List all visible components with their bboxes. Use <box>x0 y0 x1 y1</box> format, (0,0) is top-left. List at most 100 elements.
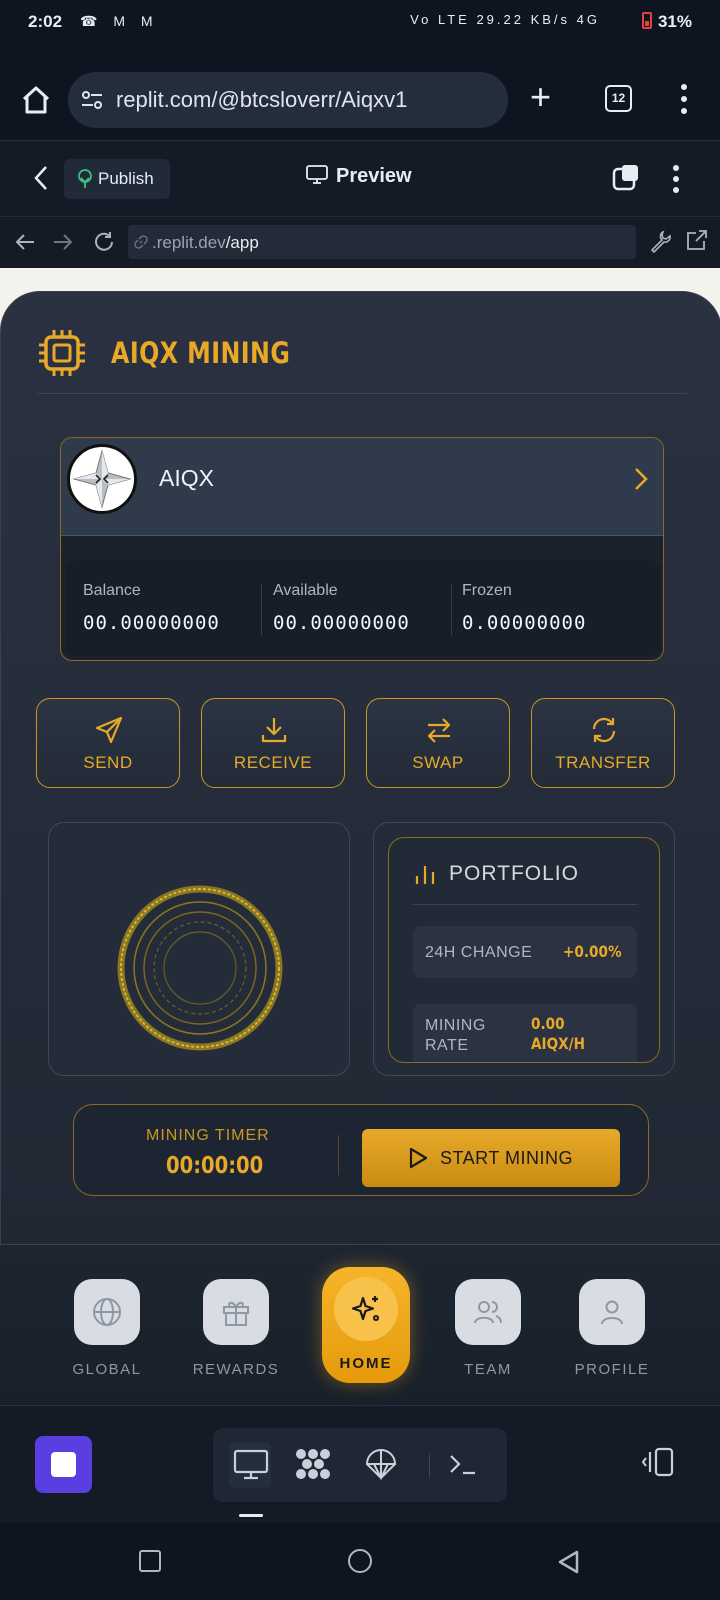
home-icon[interactable] <box>20 84 52 116</box>
cpu-chip-icon <box>39 330 85 376</box>
nav-icon-bg <box>203 1279 269 1345</box>
back-chevron-icon[interactable] <box>30 163 52 193</box>
timer-label: MINING TIMER <box>146 1127 270 1144</box>
url-domain: .replit.dev <box>152 233 226 252</box>
preview-tab[interactable]: Preview <box>306 165 412 188</box>
divider <box>429 1454 430 1478</box>
token-logo <box>67 444 137 514</box>
replit-menu-icon[interactable] <box>668 163 684 195</box>
balance-stats: Balance 00.00000000 Available 00.0000000… <box>65 560 661 656</box>
split-panel-icon[interactable] <box>640 1444 676 1480</box>
nav-icon-bg <box>334 1277 398 1341</box>
nav-item-profile[interactable]: PROFILE <box>557 1279 667 1389</box>
replit-bottom-toolbar <box>0 1405 720 1523</box>
url-path: /app <box>225 233 259 252</box>
nav-item-rewards[interactable]: REWARDS <box>181 1279 291 1389</box>
token-card[interactable]: AIQX Balance 00.00000000 Available 00.00… <box>60 437 664 661</box>
stat-value: 0.00000000 <box>462 612 587 634</box>
swap-icon <box>427 718 451 743</box>
nav-label: PROFILE <box>574 1361 650 1378</box>
row-value: 0.00 AIQX/H <box>531 1014 585 1054</box>
publish-icon <box>78 169 92 188</box>
nav-icon-bg <box>579 1279 645 1345</box>
stat-value: 00.00000000 <box>83 612 220 634</box>
stat-value: 00.00000000 <box>273 612 410 634</box>
forward-arrow-icon[interactable] <box>52 231 74 253</box>
swap-button[interactable]: SWAP <box>366 698 510 788</box>
recents-button[interactable] <box>139 1550 161 1572</box>
home-button[interactable] <box>348 1549 372 1573</box>
back-button[interactable] <box>556 1549 580 1575</box>
stop-button[interactable] <box>35 1436 92 1493</box>
deploy-icon[interactable] <box>359 1442 403 1486</box>
token-header[interactable]: AIQX <box>61 438 663 536</box>
row-label: MINING RATE <box>425 1016 486 1056</box>
address-bar[interactable]: replit.com/@btcsloverr/Aiqxv1 <box>68 72 508 128</box>
gift-icon <box>223 1301 249 1326</box>
replit-header: Publish Preview <box>0 140 720 216</box>
mining-orb[interactable] <box>115 883 285 1053</box>
row-label-line1: MINING <box>425 1017 486 1034</box>
external-link-icon[interactable] <box>686 229 708 251</box>
windows-icon[interactable] <box>612 163 640 191</box>
app-bottom-nav: GLOBAL REWARDS HOME TEAM PROFILE <box>0 1245 720 1405</box>
star-logo-icon <box>72 449 132 509</box>
send-label: SEND <box>83 753 133 772</box>
stat-label: Frozen <box>462 582 512 599</box>
swap-label: SWAP <box>412 753 464 772</box>
battery-icon <box>641 12 652 29</box>
portfolio-row-24h-change: 24H CHANGE +0.00% <box>413 926 637 978</box>
start-mining-button[interactable]: START MINING <box>362 1129 620 1187</box>
send-button[interactable]: SEND <box>36 698 180 788</box>
monitor-icon <box>306 165 328 184</box>
publish-button[interactable]: Publish <box>64 159 170 199</box>
portfolio-card: PORTFOLIO 24H CHANGE +0.00% MINING RATE 0… <box>388 837 660 1063</box>
agent-icon[interactable] <box>291 1442 335 1486</box>
back-arrow-icon[interactable] <box>14 231 36 253</box>
site-settings-icon[interactable] <box>80 88 104 112</box>
divider <box>338 1135 339 1175</box>
brand-title: AIQX MINING <box>111 336 291 370</box>
send-icon <box>95 716 123 744</box>
stat-balance: Balance 00.00000000 <box>83 582 273 642</box>
stat-label: Available <box>273 582 338 599</box>
browser-menu-icon[interactable] <box>676 82 692 116</box>
refresh-icon <box>592 717 616 743</box>
timer-value: 00:00:00 <box>166 1153 264 1179</box>
divider <box>413 904 637 905</box>
nav-icon-bg <box>74 1279 140 1345</box>
battery-indicator: 31% <box>641 12 692 32</box>
nav-item-team[interactable]: TEAM <box>433 1279 543 1389</box>
transfer-button[interactable]: TRANSFER <box>531 698 675 788</box>
nav-label: TEAM <box>464 1361 512 1378</box>
row-value-line1: 0.00 <box>531 1014 565 1033</box>
nav-item-global[interactable]: GLOBAL <box>52 1279 162 1389</box>
nav-item-home[interactable]: HOME <box>322 1267 410 1383</box>
row-value-line2: AIQX/H <box>531 1034 585 1053</box>
start-mining-label: START MINING <box>440 1148 574 1168</box>
monitor-icon[interactable] <box>229 1442 273 1486</box>
user-icon <box>601 1300 623 1325</box>
receive-button[interactable]: RECEIVE <box>201 698 345 788</box>
wrench-icon[interactable] <box>648 229 672 253</box>
url-text: replit.com/@btcsloverr/Aiqxv1 <box>116 87 408 112</box>
link-icon <box>134 235 148 249</box>
tab-switcher-button[interactable]: 12 <box>605 85 632 112</box>
receive-label: RECEIVE <box>233 753 313 772</box>
chevron-right-icon[interactable] <box>633 466 649 492</box>
transfer-label: TRANSFER <box>555 753 651 772</box>
mining-orb-panel <box>48 822 350 1076</box>
nav-label: REWARDS <box>192 1361 280 1378</box>
reload-icon[interactable] <box>92 230 116 254</box>
token-name: AIQX <box>159 465 214 491</box>
android-navigation-bar <box>0 1523 720 1600</box>
stat-label: Balance <box>83 582 141 599</box>
terminal-icon[interactable] <box>441 1442 485 1486</box>
download-icon <box>261 718 287 743</box>
portfolio-panel: PORTFOLIO 24H CHANGE +0.00% MINING RATE 0… <box>373 822 675 1076</box>
nav-label: HOME <box>339 1355 393 1372</box>
webview-url-field[interactable]: .replit.dev/app <box>128 225 636 259</box>
status-network-info: Vo LTE 29.22 KB/s 4G <box>410 12 600 27</box>
mining-timer-bar: MINING TIMER 00:00:00 START MINING <box>73 1104 649 1196</box>
new-tab-button[interactable]: + <box>530 79 551 115</box>
